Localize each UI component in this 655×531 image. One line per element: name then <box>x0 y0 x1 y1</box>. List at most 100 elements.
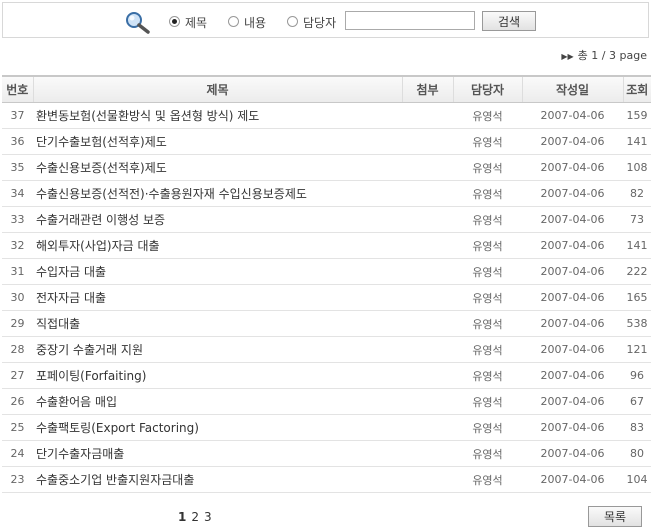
radio-author[interactable] <box>287 16 298 27</box>
row-author: 유영석 <box>453 154 522 181</box>
row-views: 83 <box>623 414 651 441</box>
row-date: 2007-04-06 <box>522 284 623 311</box>
row-number: 27 <box>2 362 33 389</box>
row-attachment <box>402 310 453 337</box>
row-title-link[interactable]: 단기수출보험(선적후)제도 <box>33 128 402 155</box>
row-title-link[interactable]: 수출팩토링(Export Factoring) <box>33 414 402 441</box>
row-author: 유영석 <box>453 440 522 467</box>
row-author: 유영석 <box>453 180 522 207</box>
row-title-link[interactable]: 수출중소기업 반출지원자금대출 <box>33 466 402 493</box>
table-row[interactable]: 23 수출중소기업 반출지원자금대출 유영석 2007-04-06 104 <box>2 466 651 493</box>
table-row[interactable]: 29 직접대출 유영석 2007-04-06 538 <box>2 310 651 337</box>
header-title: 제목 <box>33 75 403 103</box>
row-author: 유영석 <box>453 128 522 155</box>
page-info-unit: page <box>619 49 647 62</box>
row-number: 29 <box>2 310 33 337</box>
row-author: 유영석 <box>453 388 522 415</box>
row-views: 159 <box>623 102 651 129</box>
row-author: 유영석 <box>453 102 522 129</box>
row-views: 538 <box>623 310 651 337</box>
table-row[interactable]: 31 수입자금 대출 유영석 2007-04-06 222 <box>2 258 651 285</box>
header-author: 담당자 <box>453 75 523 103</box>
page-link-3[interactable]: 3 <box>204 510 212 524</box>
row-title-link[interactable]: 수출거래관련 이행성 보증 <box>33 206 402 233</box>
table-row[interactable]: 36 단기수출보험(선적후)제도 유영석 2007-04-06 141 <box>2 128 651 155</box>
header-date: 작성일 <box>522 75 624 103</box>
page-info-total-label: 총 <box>577 49 588 62</box>
row-number: 35 <box>2 154 33 181</box>
row-date: 2007-04-06 <box>522 128 623 155</box>
table-row[interactable]: 26 수출환어음 매입 유영석 2007-04-06 67 <box>2 388 651 415</box>
row-title-link[interactable]: 직접대출 <box>33 310 402 337</box>
row-attachment <box>402 362 453 389</box>
row-views: 165 <box>623 284 651 311</box>
table-row[interactable]: 32 해외투자(사업)자금 대출 유영석 2007-04-06 141 <box>2 232 651 259</box>
row-date: 2007-04-06 <box>522 336 623 363</box>
table-row[interactable]: 27 포페이팅(Forfaiting) 유영석 2007-04-06 96 <box>2 362 651 389</box>
row-views: 104 <box>623 466 651 493</box>
row-views: 67 <box>623 388 651 415</box>
radio-content[interactable] <box>228 16 239 27</box>
row-views: 96 <box>623 362 651 389</box>
row-number: 31 <box>2 258 33 285</box>
table-row[interactable]: 24 단기수출자금매출 유영석 2007-04-06 80 <box>2 440 651 467</box>
page-link-2[interactable]: 2 <box>191 510 199 524</box>
list-button[interactable]: 목록 <box>588 506 642 527</box>
search-button[interactable]: 검색 <box>482 11 536 31</box>
row-author: 유영석 <box>453 206 522 233</box>
row-attachment <box>402 414 453 441</box>
row-title-link[interactable]: 수입자금 대출 <box>33 258 402 285</box>
row-date: 2007-04-06 <box>522 440 623 467</box>
table-row[interactable]: 33 수출거래관련 이행성 보증 유영석 2007-04-06 73 <box>2 206 651 233</box>
table-header-row: 번호 제목 첨부 담당자 작성일 조회 <box>2 75 651 103</box>
table-row[interactable]: 34 수출신용보증(선적전)·수출용원자재 수입신용보증제도 유영석 2007-04-… <box>2 180 651 207</box>
row-attachment <box>402 284 453 311</box>
page-link-1[interactable]: 1 <box>178 510 186 524</box>
row-date: 2007-04-06 <box>522 362 623 389</box>
row-number: 23 <box>2 466 33 493</box>
table-row[interactable]: 28 중장기 수출거래 지원 유영석 2007-04-06 121 <box>2 336 651 363</box>
header-number: 번호 <box>2 75 34 103</box>
row-title-link[interactable]: 수출신용보증(선적후)제도 <box>33 154 402 181</box>
row-title-link[interactable]: 수출신용보증(선적전)·수출용원자재 수입신용보증제도 <box>33 180 402 207</box>
row-author: 유영석 <box>453 414 522 441</box>
row-title-link[interactable]: 수출환어음 매입 <box>33 388 402 415</box>
row-author: 유영석 <box>453 310 522 337</box>
table-row[interactable]: 25 수출팩토링(Export Factoring) 유영석 2007-04-06 83 <box>2 414 651 441</box>
row-number: 34 <box>2 180 33 207</box>
magnifier-icon <box>126 12 150 34</box>
row-title-link[interactable]: 전자자금 대출 <box>33 284 402 311</box>
row-attachment <box>402 154 453 181</box>
row-date: 2007-04-06 <box>522 102 623 129</box>
row-attachment <box>402 102 453 129</box>
row-number: 30 <box>2 284 33 311</box>
row-date: 2007-04-06 <box>522 414 623 441</box>
row-views: 141 <box>623 128 651 155</box>
search-input[interactable] <box>345 11 475 30</box>
pagination: 123 <box>178 510 217 524</box>
row-title-link[interactable]: 환변동보험(선물환방식 및 옵션형 방식) 제도 <box>33 102 402 129</box>
row-views: 121 <box>623 336 651 363</box>
radio-author-label: 담당자 <box>303 16 337 30</box>
table-row[interactable]: 37 환변동보험(선물환방식 및 옵션형 방식) 제도 유영석 2007-04-06 1… <box>2 102 651 129</box>
row-attachment <box>402 388 453 415</box>
board-table: 번호 제목 첨부 담당자 작성일 조회 37 환변동보험(선물환방식 및 옵션형 … <box>2 75 651 493</box>
row-title-link[interactable]: 해외투자(사업)자금 대출 <box>33 232 402 259</box>
radio-title[interactable] <box>169 16 180 27</box>
radio-title-label: 제목 <box>185 16 208 30</box>
row-title-link[interactable]: 단기수출자금매출 <box>33 440 402 467</box>
row-attachment <box>402 466 453 493</box>
table-row[interactable]: 30 전자자금 대출 유영석 2007-04-06 165 <box>2 284 651 311</box>
header-attachment: 첨부 <box>402 75 454 103</box>
row-attachment <box>402 180 453 207</box>
row-date: 2007-04-06 <box>522 232 623 259</box>
row-number: 26 <box>2 388 33 415</box>
table-row[interactable]: 35 수출신용보증(선적후)제도 유영석 2007-04-06 108 <box>2 154 651 181</box>
row-views: 73 <box>623 206 651 233</box>
page-info-current: 1 <box>591 49 599 62</box>
row-date: 2007-04-06 <box>522 180 623 207</box>
page-info: ▶▶ 총 1 / 3 page <box>561 47 647 63</box>
row-title-link[interactable]: 포페이팅(Forfaiting) <box>33 362 402 389</box>
row-date: 2007-04-06 <box>522 310 623 337</box>
row-title-link[interactable]: 중장기 수출거래 지원 <box>33 336 402 363</box>
